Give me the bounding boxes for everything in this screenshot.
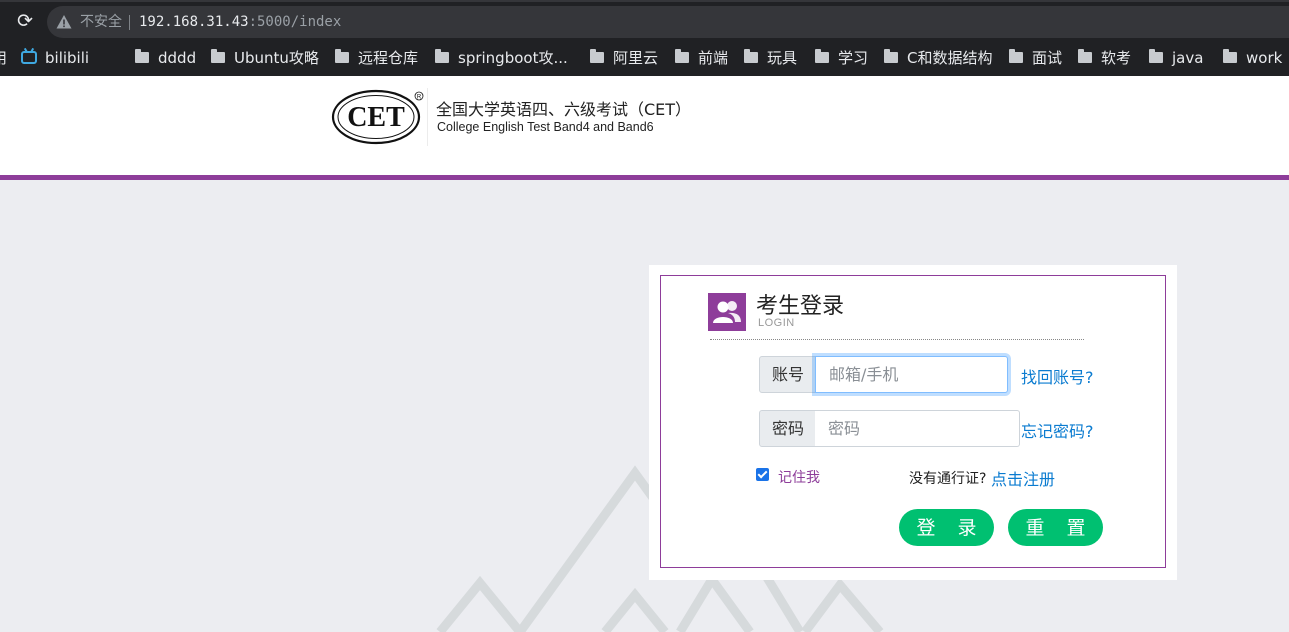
bookmark-label: work	[1246, 49, 1283, 67]
bookmark-label: 前端	[698, 49, 729, 67]
bookmark-partial[interactable]: 用	[0, 42, 7, 76]
folder-icon	[1078, 49, 1092, 63]
login-divider	[710, 339, 1084, 340]
bookmark-label: 面试	[1032, 49, 1063, 67]
logo-text: CET	[347, 102, 405, 133]
site-subtitle: College English Test Band4 and Band6	[437, 120, 654, 134]
bookmark-label: dddd	[158, 49, 197, 67]
password-input-group: 密码	[759, 410, 1020, 447]
find-account-link[interactable]: 找回账号?	[1021, 364, 1094, 388]
folder-icon	[744, 49, 758, 63]
bookmark-folder[interactable]: springboot攻...	[435, 42, 568, 76]
bilibili-icon	[21, 51, 37, 64]
bookmark-folder[interactable]: C和数据结构	[884, 42, 992, 76]
folder-icon	[335, 49, 349, 63]
cet-logo[interactable]: CET R	[331, 88, 427, 146]
bookmarks-bar: 用 bilibili dddd Ubuntu攻略 远程仓库 springboot…	[0, 42, 1289, 76]
forgot-password-link[interactable]: 忘记密码?	[1021, 418, 1094, 442]
bookmark-label: springboot攻...	[458, 49, 568, 67]
login-panel: 考生登录 LOGIN 账号 找回账号? 密码 忘记密码? 记住我 没有通行证? …	[649, 265, 1177, 580]
bookmark-label: 学习	[838, 49, 869, 67]
folder-icon	[211, 49, 225, 63]
register-link[interactable]: 点击注册	[991, 466, 1055, 490]
bookmark-folder[interactable]: 软考	[1078, 42, 1131, 76]
bookmark-label: 阿里云	[613, 49, 659, 67]
bookmark-folder[interactable]: 学习	[815, 42, 868, 76]
url-host: 192.168.31.43	[139, 14, 249, 30]
svg-text:R: R	[417, 95, 422, 101]
url-path: :5000/index	[248, 14, 342, 30]
folder-icon	[815, 49, 829, 63]
site-title: 全国大学英语四、六级考试（CET）	[436, 100, 692, 119]
url-text[interactable]: 192.168.31.43:5000/index	[139, 12, 341, 32]
browser-address-bar: ⟳ 不安全 192.168.31.43:5000/index	[0, 0, 1289, 42]
remember-me-label[interactable]: 记住我	[778, 467, 820, 487]
account-label: 账号	[759, 356, 817, 393]
bookmark-folder[interactable]: java	[1149, 42, 1203, 76]
bookmark-label: 玩具	[767, 49, 798, 67]
reload-icon[interactable]: ⟳	[14, 10, 36, 32]
bookmark-label: 软考	[1101, 49, 1132, 67]
reset-button[interactable]: 重 置	[1008, 509, 1103, 546]
password-input[interactable]	[815, 410, 1020, 447]
header-accent-line	[0, 175, 1289, 180]
tab-strip-edge	[0, 0, 1289, 2]
folder-icon	[884, 49, 898, 63]
bookmark-folder[interactable]: 前端	[675, 42, 728, 76]
logo-divider	[427, 88, 428, 146]
folder-icon	[1223, 49, 1237, 63]
warning-icon	[56, 15, 72, 29]
bookmark-label: C和数据结构	[907, 49, 993, 67]
bookmark-bilibili[interactable]: bilibili	[21, 42, 89, 76]
bookmark-label: bilibili	[45, 49, 90, 67]
omnibox-divider	[129, 15, 130, 30]
bookmark-folder[interactable]: 阿里云	[590, 42, 658, 76]
bookmark-label: java	[1172, 49, 1204, 67]
bookmark-folder[interactable]: 远程仓库	[335, 42, 418, 76]
bookmark-folder[interactable]: dddd	[135, 42, 196, 76]
folder-icon	[1149, 49, 1163, 63]
account-input-group: 账号	[759, 356, 1008, 393]
security-label[interactable]: 不安全	[80, 13, 122, 31]
folder-icon	[1009, 49, 1023, 63]
folder-icon	[435, 49, 449, 63]
login-button[interactable]: 登 录	[899, 509, 994, 546]
password-label: 密码	[759, 410, 817, 447]
bookmark-label: Ubuntu攻略	[234, 49, 319, 67]
bookmark-folder[interactable]: Ubuntu攻略	[211, 42, 319, 76]
folder-icon	[135, 49, 149, 63]
login-form: 考生登录 LOGIN 账号 找回账号? 密码 忘记密码? 记住我 没有通行证? …	[660, 275, 1166, 568]
bookmark-folder[interactable]: 玩具	[744, 42, 797, 76]
bookmark-label: 远程仓库	[358, 49, 419, 67]
no-pass-text: 没有通行证?	[909, 471, 987, 487]
bookmark-folder[interactable]: 面试	[1009, 42, 1062, 76]
remember-me-checkbox[interactable]	[756, 468, 769, 481]
folder-icon	[675, 49, 689, 63]
omnibox[interactable]: 不安全 192.168.31.43:5000/index	[47, 6, 1289, 38]
users-icon	[708, 293, 746, 331]
folder-icon	[590, 49, 604, 63]
login-subtitle: LOGIN	[758, 317, 795, 329]
account-input[interactable]	[815, 356, 1008, 393]
bookmark-folder[interactable]: work	[1223, 42, 1282, 76]
